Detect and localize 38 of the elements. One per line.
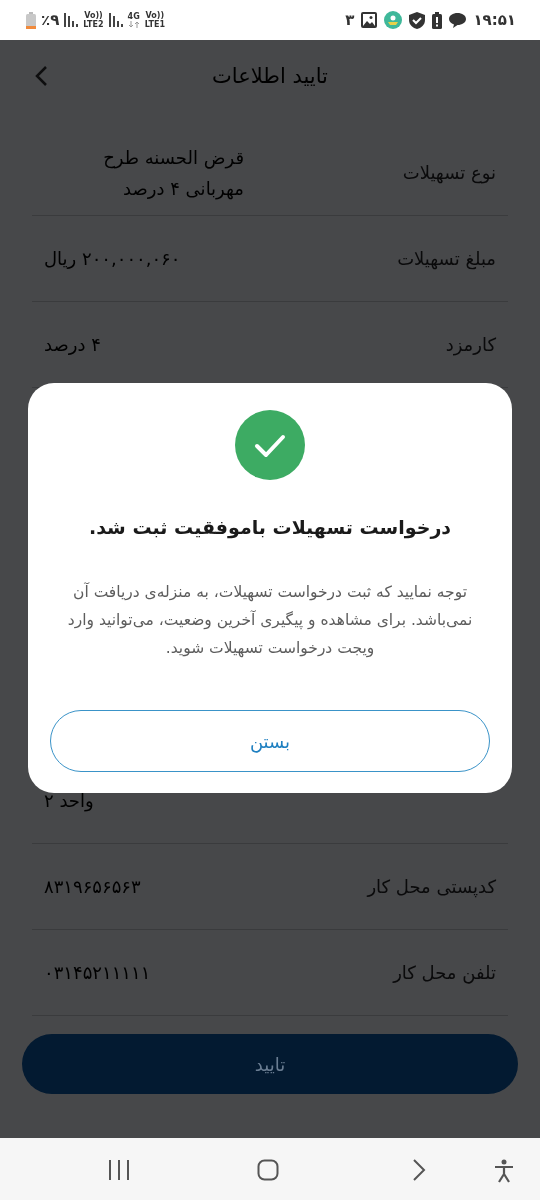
back-nav-icon[interactable] bbox=[412, 1159, 426, 1181]
battery-alert-icon bbox=[432, 11, 443, 29]
field-value: ۸۳۱۹۶۵۶۵۶۳ bbox=[44, 875, 141, 899]
field-label: تلفن محل کار bbox=[393, 962, 496, 983]
success-check-icon bbox=[235, 410, 305, 480]
volte-label: Vo)) bbox=[145, 11, 165, 20]
field-value: ۰۳۱۴۵۲۱۱۱۱۱ bbox=[44, 961, 151, 985]
dialog-title: درخواست تسهیلات باموفقیت ثبت شد. bbox=[88, 515, 452, 540]
field-label: کارمزد bbox=[445, 334, 496, 355]
dialog-message: توجه نمایید که ثبت درخواست تسهیلات، به منزله‌ی دریافت آن نمی‌باشد. برای مشاهده و پیگیری آخرین وضعیت، می‌توانید وارد ویجت درخواست تسهیلات شوید. bbox=[66, 581, 474, 660]
field-label: کدپستی محل کار bbox=[367, 876, 496, 897]
network-label: LTE1 bbox=[144, 20, 165, 29]
battery-icon bbox=[26, 11, 36, 29]
field-value: قرض الحسنه طرح مهربانی ۴ درصد bbox=[102, 145, 244, 202]
notification-count: ۳ bbox=[345, 11, 355, 29]
field-label: مبلغ تسهیلات bbox=[397, 248, 496, 269]
close-button[interactable]: بستن bbox=[50, 710, 490, 772]
chat-icon bbox=[449, 12, 467, 28]
shield-check-icon bbox=[409, 11, 426, 29]
recent-apps-icon[interactable] bbox=[108, 1159, 130, 1181]
accessibility-icon[interactable] bbox=[494, 1159, 514, 1183]
data-activity-icon bbox=[127, 21, 140, 28]
battery-percent: ٪۹ bbox=[41, 11, 60, 29]
home-icon[interactable] bbox=[257, 1159, 279, 1181]
image-icon bbox=[361, 12, 378, 28]
clock: ۱۹:۵۱ bbox=[473, 11, 516, 29]
volte-label: Vo)) bbox=[84, 11, 103, 20]
signal-icon bbox=[108, 13, 123, 27]
signal-icon bbox=[64, 13, 79, 27]
confirm-button[interactable]: تایید bbox=[22, 1034, 518, 1094]
network-label: LTE2 bbox=[83, 20, 104, 29]
field-label: نوع تسهیلات bbox=[402, 162, 496, 183]
field-value: ۲۰۰,۰۰۰,۰۶۰ ریال bbox=[44, 247, 181, 271]
field-value: واحد ۲ bbox=[44, 789, 94, 814]
app-icon bbox=[384, 11, 403, 29]
network-label: 4G bbox=[127, 12, 140, 21]
screen-title: تایید اطلاعات bbox=[212, 64, 328, 88]
field-value: ۴ درصد bbox=[44, 333, 101, 357]
